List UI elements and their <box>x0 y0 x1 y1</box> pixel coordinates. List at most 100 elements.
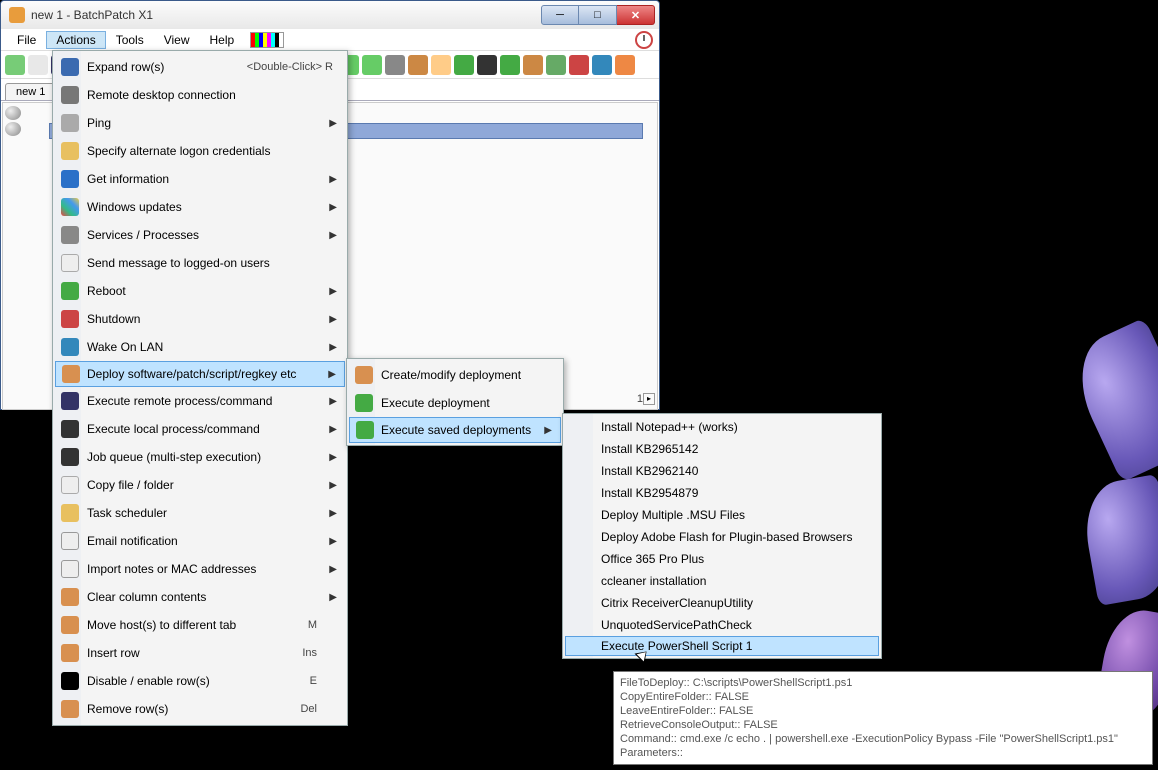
menu-item[interactable]: Remote desktop connection <box>55 81 345 109</box>
toolbar-button[interactable] <box>28 55 48 75</box>
toolbar-button[interactable] <box>592 55 612 75</box>
menu-item-label: Clear column contents <box>87 590 206 604</box>
menu-item[interactable]: Citrix ReceiverCleanupUtility <box>565 592 879 614</box>
menu-tools[interactable]: Tools <box>106 31 154 49</box>
menu-item[interactable]: Install KB2965142 <box>565 438 879 460</box>
menu-item-label: Copy file / folder <box>87 478 174 492</box>
menu-item[interactable]: Windows updates▶ <box>55 193 345 221</box>
toolbar-button[interactable] <box>431 55 451 75</box>
clock-icon[interactable] <box>635 31 653 49</box>
deploy-submenu: Create/modify deployment Execute deployme… <box>346 358 564 446</box>
msg-icon <box>61 254 79 272</box>
menu-item[interactable]: Import notes or MAC addresses▶ <box>55 555 345 583</box>
remote-icon <box>61 392 79 410</box>
menu-shortcut: M <box>308 619 317 631</box>
menu-item[interactable]: Specify alternate logon credentials <box>55 137 345 165</box>
maximize-button[interactable]: □ <box>579 5 617 25</box>
toolbar-button[interactable] <box>477 55 497 75</box>
menu-item-label: Insert row <box>87 646 140 660</box>
menu-view[interactable]: View <box>154 31 200 49</box>
shut-icon <box>61 310 79 328</box>
toolbar-button[interactable] <box>500 55 520 75</box>
menu-item[interactable]: Shutdown▶ <box>55 305 345 333</box>
import-icon <box>61 560 79 578</box>
menu-item[interactable]: Execute local process/command▶ <box>55 415 345 443</box>
scroll-right-button[interactable]: ▸ <box>643 393 655 405</box>
toolbar-button[interactable] <box>615 55 635 75</box>
toolbar-button[interactable] <box>5 55 25 75</box>
remove-icon <box>61 700 79 718</box>
submenu-arrow-icon: ▶ <box>328 369 336 380</box>
toolbar-button[interactable] <box>408 55 428 75</box>
minimize-button[interactable]: ─ <box>541 5 579 25</box>
menu-item[interactable]: Deploy software/patch/script/regkey etc▶ <box>55 361 345 387</box>
menu-item[interactable]: Send message to logged-on users <box>55 249 345 277</box>
tooltip-line: Command:: cmd.exe /c echo . | powershell… <box>620 732 1146 746</box>
menu-item[interactable]: Clear column contents▶ <box>55 583 345 611</box>
menu-item[interactable]: Create/modify deployment <box>349 361 561 389</box>
menu-item-label: Execute local process/command <box>87 422 260 436</box>
menu-item[interactable]: Get information▶ <box>55 165 345 193</box>
color-grid-icon[interactable] <box>250 32 284 48</box>
submenu-arrow-icon: ▶ <box>329 396 337 407</box>
menu-item[interactable]: Insert rowIns <box>55 639 345 667</box>
menu-item[interactable]: Copy file / folder▶ <box>55 471 345 499</box>
menu-item[interactable]: Task scheduler ▶ <box>55 499 345 527</box>
toolbar-button[interactable] <box>454 55 474 75</box>
submenu-arrow-icon: ▶ <box>329 508 337 519</box>
menu-item[interactable]: ccleaner installation <box>565 570 879 592</box>
grid-row[interactable] <box>5 105 21 121</box>
menu-item-label: Create/modify deployment <box>381 368 521 382</box>
titlebar[interactable]: new 1 - BatchPatch X1 ─ □ ✕ <box>1 1 659 29</box>
menu-item-label: Task scheduler <box>87 506 167 520</box>
menu-item-label: Reboot <box>87 284 126 298</box>
menu-item[interactable]: Deploy Adobe Flash for Plugin-based Brow… <box>565 526 879 548</box>
close-button[interactable]: ✕ <box>617 5 655 25</box>
menu-item[interactable]: Services / Processes▶ <box>55 221 345 249</box>
menubar: File Actions Tools View Help <box>1 29 659 51</box>
tab-new1[interactable]: new 1 <box>5 83 56 100</box>
menu-help[interactable]: Help <box>200 31 245 49</box>
toolbar-button[interactable] <box>385 55 405 75</box>
row-header-icon <box>5 106 21 120</box>
menu-item[interactable]: Ping▶ <box>55 109 345 137</box>
menu-item[interactable]: Execute deployment <box>349 389 561 417</box>
menu-actions[interactable]: Actions <box>46 31 105 49</box>
menu-item-label: Disable / enable row(s) <box>87 674 210 688</box>
toolbar-button[interactable] <box>546 55 566 75</box>
menu-item[interactable]: Move host(s) to different tabM <box>55 611 345 639</box>
menu-shortcut: Del <box>300 703 317 715</box>
menu-item[interactable]: Deploy Multiple .MSU Files <box>565 504 879 526</box>
menu-item[interactable]: Email notification▶ <box>55 527 345 555</box>
toolbar-button[interactable] <box>523 55 543 75</box>
submenu-arrow-icon: ▶ <box>329 342 337 353</box>
menu-item[interactable]: Expand row(s)<Double-Click> R <box>55 53 345 81</box>
gear-icon <box>61 226 79 244</box>
tooltip-line: Parameters:: <box>620 746 1146 760</box>
check-icon <box>356 421 374 439</box>
grid-row[interactable] <box>5 121 21 137</box>
menu-item[interactable]: UnquotedServicePathCheck <box>565 614 879 636</box>
menu-item[interactable]: Execute saved deployments▶ <box>349 417 561 443</box>
menu-item[interactable]: Install KB2962140 <box>565 460 879 482</box>
toolbar-button[interactable] <box>362 55 382 75</box>
submenu-arrow-icon: ▶ <box>544 425 552 436</box>
lock-icon <box>61 142 79 160</box>
menu-item[interactable]: Execute remote process/command▶ <box>55 387 345 415</box>
move-icon <box>61 616 79 634</box>
menu-item[interactable]: Disable / enable row(s)E <box>55 667 345 695</box>
menu-file[interactable]: File <box>7 31 46 49</box>
menu-item[interactable]: Wake On LAN▶ <box>55 333 345 361</box>
disable-icon <box>61 672 79 690</box>
menu-item[interactable]: Install Notepad++ (works) <box>565 416 879 438</box>
menu-item-label: Install Notepad++ (works) <box>601 420 738 434</box>
menu-item[interactable]: Job queue (multi-step execution)▶ <box>55 443 345 471</box>
menu-item[interactable]: Install KB2954879 <box>565 482 879 504</box>
toolbar-button[interactable] <box>569 55 589 75</box>
menu-item-label: ccleaner installation <box>601 574 706 588</box>
menu-item[interactable]: Remove row(s)Del <box>55 695 345 723</box>
menu-item[interactable]: Execute PowerShell Script 1 <box>565 636 879 656</box>
menu-item-label: Install KB2965142 <box>601 442 698 456</box>
menu-item[interactable]: Reboot▶ <box>55 277 345 305</box>
menu-item[interactable]: Office 365 Pro Plus <box>565 548 879 570</box>
